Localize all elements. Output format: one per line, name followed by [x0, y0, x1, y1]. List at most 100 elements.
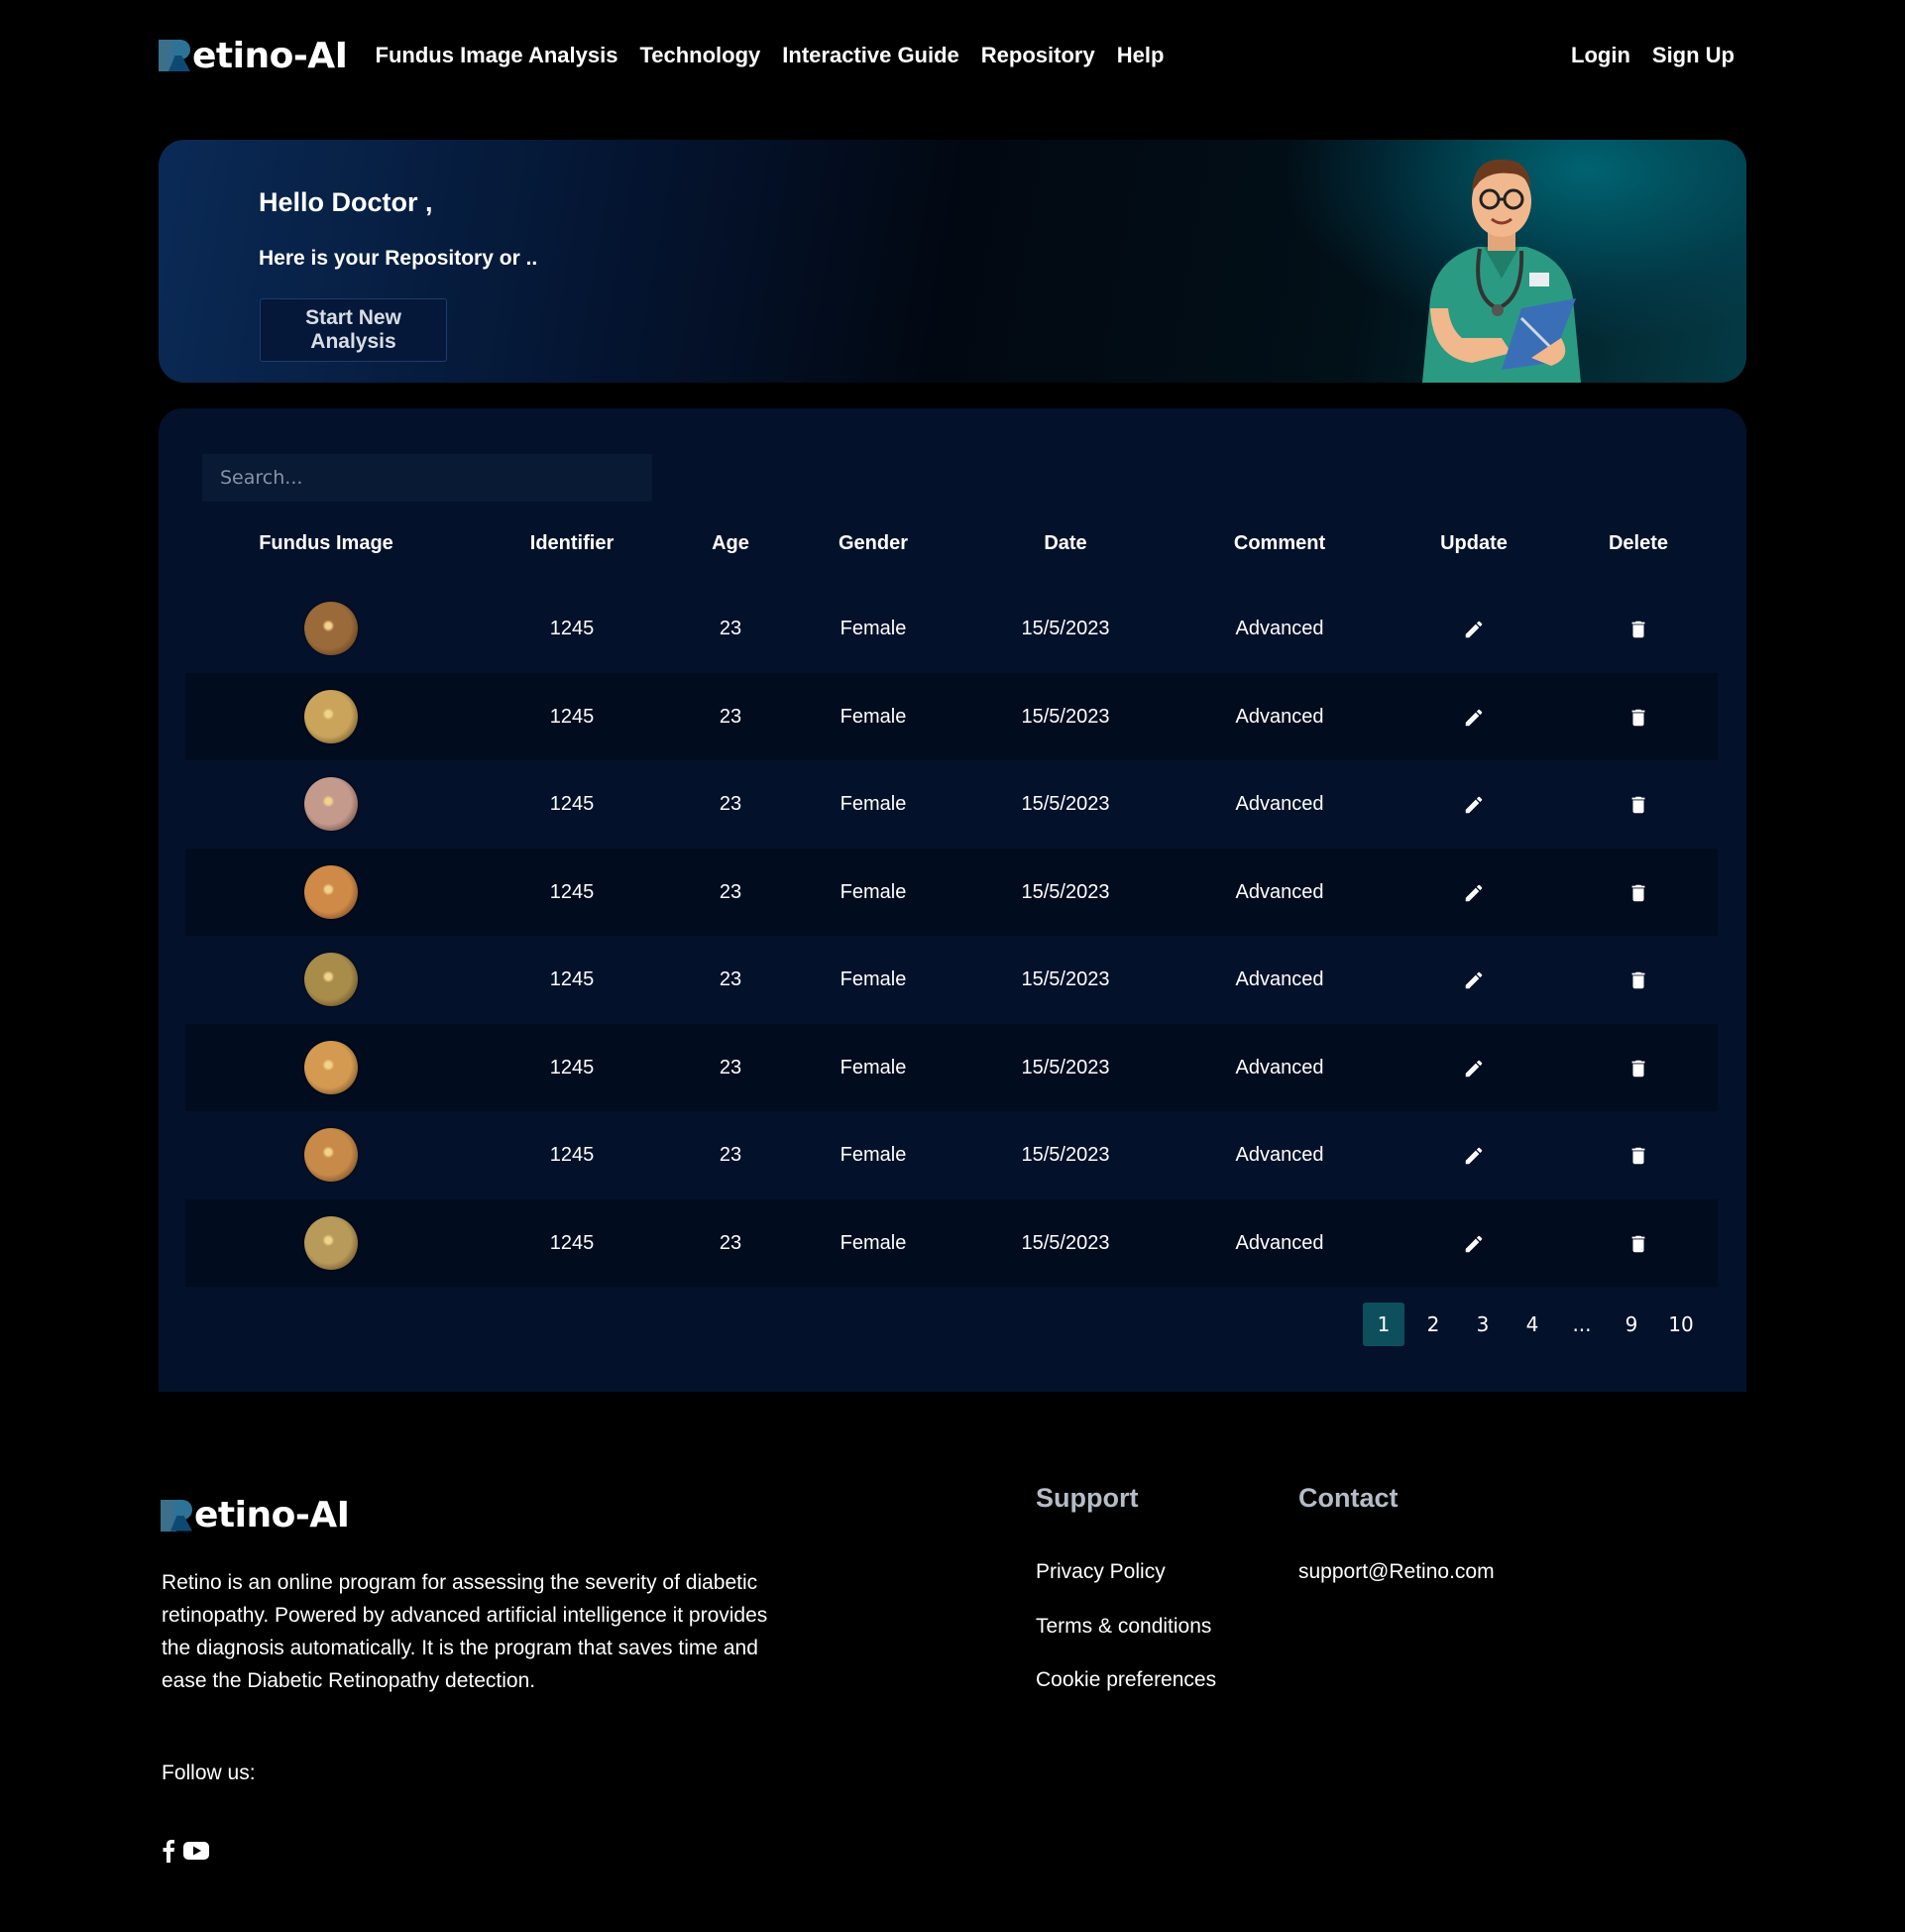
brand-logo[interactable]: etino-AI [159, 36, 348, 76]
repository-panel: Fundus Image Identifier Age Gender Date … [159, 408, 1746, 1392]
cell-identifier: 1245 [549, 1056, 595, 1079]
cell-date: 15/5/2023 [1021, 793, 1110, 815]
pencil-icon[interactable] [1463, 619, 1485, 640]
cell-identifier: 1245 [549, 618, 595, 639]
table-header: Fundus Image Identifier Age Gender Date … [185, 520, 1718, 566]
doctor-illustration [1422, 159, 1581, 383]
nav-link-help[interactable]: Help [1117, 43, 1165, 68]
nav-links: Fundus Image Analysis Technology Interac… [376, 43, 1165, 68]
cell-age: 23 [719, 968, 742, 990]
header-date: Date [1044, 532, 1087, 554]
pencil-icon[interactable] [1463, 707, 1485, 729]
cell-age: 23 [719, 793, 742, 815]
nav-link-fundus-analysis[interactable]: Fundus Image Analysis [376, 43, 618, 68]
contact-email-link[interactable]: support@Retino.com [1298, 1560, 1495, 1584]
header-update: Update [1440, 532, 1508, 554]
cell-identifier: 1245 [549, 968, 595, 990]
table-row: 1245 23 Female 15/5/2023 Advanced [185, 848, 1718, 936]
cell-date: 15/5/2023 [1021, 1231, 1110, 1254]
cell-age: 23 [719, 1056, 742, 1079]
fundus-image-thumbnail[interactable] [304, 1040, 358, 1094]
pencil-icon[interactable] [1463, 794, 1485, 816]
pagination: 1 2 3 4... 9 10 [1363, 1303, 1702, 1346]
fundus-image-thumbnail[interactable] [304, 689, 358, 743]
search-input[interactable] [202, 454, 652, 502]
trash-icon[interactable] [1627, 619, 1649, 640]
page-button-10[interactable]: 10 [1660, 1303, 1702, 1346]
cell-gender: Female [840, 705, 907, 728]
cell-gender: Female [840, 1144, 907, 1166]
page-button-3[interactable]: 3 [1462, 1303, 1504, 1346]
nav-link-interactive-guide[interactable]: Interactive Guide [782, 43, 959, 68]
trash-icon[interactable] [1627, 882, 1649, 904]
nav-link-repository[interactable]: Repository [981, 43, 1095, 68]
cell-date: 15/5/2023 [1021, 705, 1110, 728]
fundus-image-thumbnail[interactable] [304, 777, 358, 831]
pencil-icon[interactable] [1463, 882, 1485, 904]
cell-gender: Female [840, 793, 907, 815]
contact-title: Contact [1298, 1483, 1399, 1513]
fundus-image-thumbnail[interactable] [304, 1128, 358, 1182]
cell-date: 15/5/2023 [1021, 968, 1110, 990]
cell-comment: Advanced [1235, 880, 1324, 903]
pencil-icon[interactable] [1463, 969, 1485, 991]
social-links [162, 1839, 209, 1863]
header-identifier: Identifier [529, 532, 615, 554]
login-link[interactable]: Login [1571, 43, 1630, 68]
terms-link[interactable]: Terms & conditions [1036, 1615, 1211, 1639]
fundus-image-thumbnail[interactable] [304, 1215, 358, 1270]
trash-icon[interactable] [1627, 969, 1649, 991]
trash-icon[interactable] [1627, 1058, 1649, 1080]
trash-icon[interactable] [1627, 1233, 1649, 1255]
page-button-1[interactable]: 1 [1363, 1303, 1404, 1346]
start-new-analysis-button[interactable]: Start New Analysis [260, 298, 447, 362]
fundus-image-thumbnail[interactable] [304, 602, 358, 655]
fundus-image-thumbnail[interactable] [304, 864, 358, 919]
cell-age: 23 [719, 1144, 742, 1166]
welcome-banner: Hello Doctor , Here is your Repository o… [159, 140, 1746, 383]
auth-links: Login Sign Up [1571, 43, 1735, 68]
table-row: 1245 23 Female 15/5/2023 Advanced [185, 585, 1718, 673]
pencil-icon[interactable] [1463, 1145, 1485, 1167]
trash-icon[interactable] [1627, 707, 1649, 729]
pencil-icon[interactable] [1463, 1058, 1485, 1080]
cell-identifier: 1245 [549, 793, 595, 815]
footer-logo[interactable]: etino-AI [161, 1495, 350, 1535]
youtube-icon[interactable] [183, 1841, 209, 1861]
greeting-subtitle: Here is your Repository or .. [259, 247, 538, 270]
page-button-4[interactable]: 4 [1512, 1303, 1553, 1346]
signup-link[interactable]: Sign Up [1652, 43, 1735, 68]
logo-icon [161, 1499, 192, 1532]
nav-link-technology[interactable]: Technology [639, 43, 760, 68]
cell-date: 15/5/2023 [1021, 1056, 1110, 1079]
follow-us-label: Follow us: [162, 1762, 256, 1784]
page-button-2[interactable]: 2 [1412, 1303, 1454, 1346]
brand-name: etino-AI [192, 35, 348, 76]
trash-icon[interactable] [1627, 1145, 1649, 1167]
privacy-policy-link[interactable]: Privacy Policy [1036, 1560, 1166, 1584]
table-row: 1245 23 Female 15/5/2023 Advanced [185, 760, 1718, 849]
pencil-icon[interactable] [1463, 1233, 1485, 1255]
top-navbar: etino-AI Fundus Image Analysis Technolog… [159, 36, 1744, 76]
cell-identifier: 1245 [549, 1144, 595, 1166]
cell-date: 15/5/2023 [1021, 618, 1110, 639]
table-row: 1245 23 Female 15/5/2023 Advanced [185, 672, 1718, 760]
cookie-preferences-link[interactable]: Cookie preferences [1036, 1668, 1216, 1692]
cell-age: 23 [719, 618, 742, 639]
footer-description: Retino is an online program for assessin… [162, 1571, 768, 1692]
table-row: 1245 23 Female 15/5/2023 Advanced [185, 1198, 1718, 1287]
cell-gender: Female [840, 1056, 907, 1079]
table-body: 1245 23 Female 15/5/2023 Advanced 1245 23 Femal… [185, 585, 1718, 1287]
fundus-image-thumbnail[interactable] [304, 953, 358, 1006]
cell-comment: Advanced [1235, 968, 1324, 990]
table-row: 1245 23 Female 15/5/2023 Advanced [185, 936, 1718, 1024]
cell-identifier: 1245 [549, 880, 595, 903]
facebook-icon[interactable] [162, 1839, 175, 1863]
cell-comment: Advanced [1235, 793, 1324, 815]
cell-identifier: 1245 [549, 1231, 595, 1254]
header-fundus-image: Fundus Image [259, 532, 393, 554]
page-button-9[interactable]: 9 [1611, 1303, 1652, 1346]
cell-gender: Female [840, 1231, 907, 1254]
trash-icon[interactable] [1627, 794, 1649, 816]
support-title: Support [1036, 1483, 1139, 1513]
